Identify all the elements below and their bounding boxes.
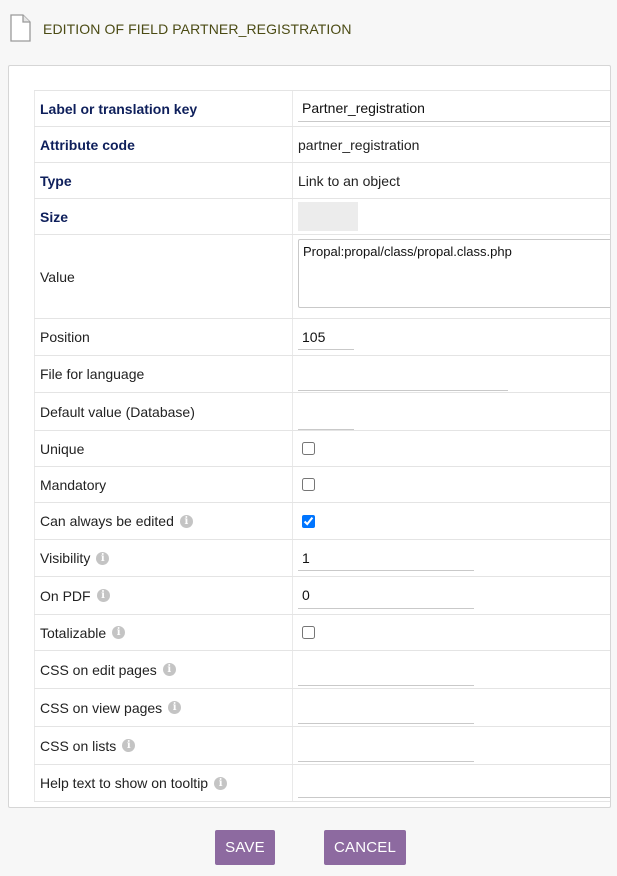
form-row-size: Size [34, 198, 610, 234]
form-row-position: Position [34, 318, 610, 355]
default-value-label: Default value (Database) [34, 393, 293, 430]
info-icon[interactable]: i [122, 739, 136, 752]
info-icon[interactable]: i [112, 626, 126, 639]
attribute-code-label: Attribute code [34, 127, 293, 162]
css-lists-input[interactable] [298, 735, 474, 762]
form-row-label: Label or translation key [34, 90, 610, 126]
form-row-file-language: File for language [34, 355, 610, 392]
form-row-visibility: Visibility i [34, 539, 610, 576]
file-language-label: File for language [34, 356, 293, 392]
attribute-code-value: partner_registration [298, 136, 420, 153]
info-icon[interactable]: i [214, 776, 228, 790]
always-editable-checkbox[interactable] [302, 514, 315, 528]
on-pdf-input[interactable] [298, 582, 474, 609]
default-value-input[interactable] [298, 403, 354, 430]
form-row-css-lists: CSS on lists i [34, 726, 610, 764]
form-row-value: Value Propal:propal/class/propal.class.p… [34, 234, 610, 318]
visibility-input[interactable] [298, 545, 474, 571]
value-label: Value [34, 235, 293, 318]
form-row-attribute-code: Attribute code partner_registration [34, 126, 610, 162]
field-form: Label or translation key Attribute code … [34, 90, 610, 802]
type-label: Type [34, 163, 293, 198]
edit-field-card: Label or translation key Attribute code … [8, 65, 611, 808]
label-key-label: Label or translation key [34, 91, 293, 126]
document-icon [10, 14, 31, 42]
unique-label: Unique [34, 431, 293, 466]
totalizable-checkbox[interactable] [302, 626, 315, 639]
title-bar: EDITION OF FIELD PARTNER_REGISTRATION [0, 0, 617, 60]
form-row-css-edit: CSS on edit pages i [34, 650, 610, 688]
form-row-on-pdf: On PDF i [34, 576, 610, 614]
css-edit-label: CSS on edit pages [40, 661, 157, 678]
help-text-input[interactable] [298, 772, 610, 798]
unique-checkbox[interactable] [302, 442, 315, 455]
page-title: EDITION OF FIELD PARTNER_REGISTRATION [43, 21, 352, 37]
css-view-label: CSS on view pages [40, 699, 163, 716]
info-icon[interactable]: i [96, 589, 110, 602]
form-row-always-editable: Can always be edited i [34, 502, 610, 539]
form-row-default-value: Default value (Database) [34, 392, 610, 430]
visibility-label: Visibility [40, 550, 91, 566]
label-key-input[interactable] [298, 95, 610, 122]
css-lists-label: CSS on lists [40, 737, 117, 754]
file-language-input[interactable] [298, 365, 508, 391]
position-input[interactable] [298, 324, 354, 350]
mandatory-label: Mandatory [34, 467, 293, 502]
form-row-unique: Unique [34, 430, 610, 466]
css-view-input[interactable] [298, 697, 474, 724]
type-value: Link to an object [298, 172, 400, 189]
info-icon[interactable]: i [162, 663, 176, 676]
form-row-totalizable: Totalizable i [34, 614, 610, 650]
info-icon[interactable]: i [179, 514, 193, 528]
mandatory-checkbox[interactable] [302, 478, 315, 491]
totalizable-label: Totalizable [40, 624, 107, 641]
size-label: Size [34, 199, 293, 234]
cancel-button[interactable]: CANCEL [324, 830, 406, 865]
on-pdf-label: On PDF [40, 587, 91, 604]
info-icon[interactable]: i [168, 701, 182, 714]
info-icon[interactable]: i [96, 551, 110, 565]
help-text-label: Help text to show on tooltip [40, 775, 209, 791]
css-edit-input[interactable] [298, 659, 474, 686]
position-label: Position [34, 319, 293, 355]
always-editable-label: Can always be edited [40, 513, 174, 529]
form-row-css-view: CSS on view pages i [34, 688, 610, 726]
value-textarea[interactable]: Propal:propal/class/propal.class.php [298, 239, 610, 308]
form-row-help-text: Help text to show on tooltip i [34, 764, 610, 802]
form-row-type: Type Link to an object [34, 162, 610, 198]
save-button[interactable]: SAVE [215, 830, 275, 865]
form-row-mandatory: Mandatory [34, 466, 610, 502]
size-input[interactable] [298, 202, 358, 231]
